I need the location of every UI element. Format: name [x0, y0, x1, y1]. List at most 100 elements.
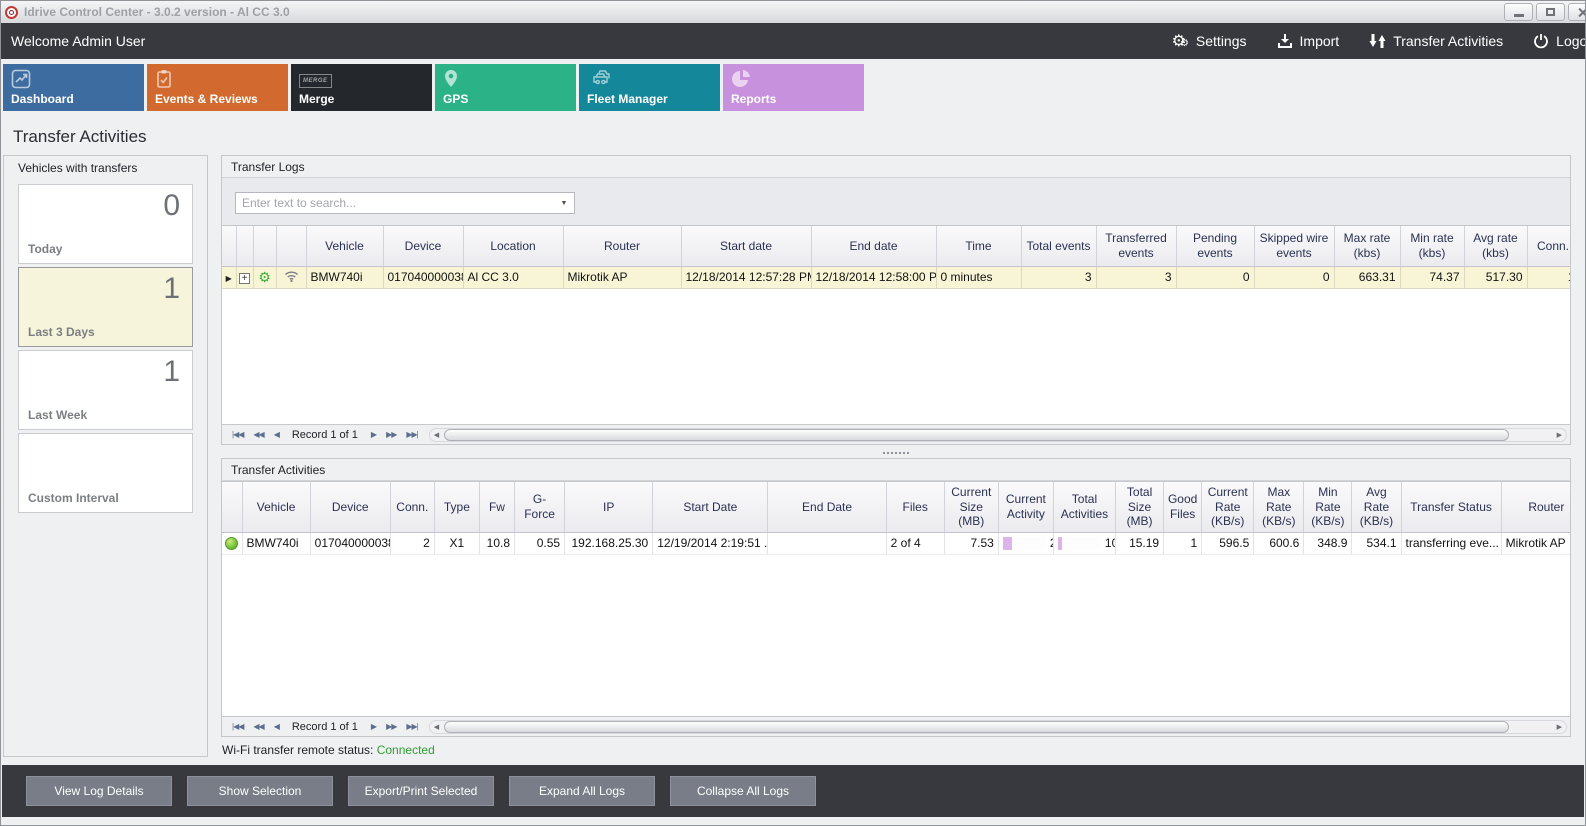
activities-scrollbar-thumb[interactable]: [444, 721, 1509, 733]
cell-current-size: 7.53: [944, 532, 998, 554]
col-header-end-date[interactable]: End Date: [768, 482, 886, 532]
import-button[interactable]: Import: [1277, 33, 1340, 49]
panel-splitter[interactable]: [221, 445, 1571, 458]
col-header-conn[interactable]: Conn.: [1527, 226, 1570, 266]
filter-card-last-3-days[interactable]: 1 Last 3 Days: [18, 267, 193, 347]
nav-next-page-icon[interactable]: ▶▶: [381, 722, 401, 731]
tile-gps[interactable]: GPS: [435, 64, 576, 111]
export-print-selected-button[interactable]: Export/Print Selected: [348, 776, 494, 806]
col-header-expand[interactable]: [236, 226, 253, 266]
logout-button[interactable]: Logout: [1533, 33, 1585, 49]
col-header-files[interactable]: Files: [886, 482, 944, 532]
filter-card-last-week[interactable]: 1 Last Week: [18, 350, 193, 430]
settings-label: Settings: [1196, 33, 1247, 49]
transfer-activities-button[interactable]: Transfer Activities: [1369, 33, 1503, 49]
col-header-min-rate[interactable]: Min rate (kbs): [1400, 226, 1464, 266]
scroll-left-icon[interactable]: ◀: [430, 723, 443, 731]
minimize-button[interactable]: [1504, 3, 1533, 21]
col-header-total-events[interactable]: Total events: [1021, 226, 1096, 266]
tile-merge[interactable]: MERGE Merge: [291, 64, 432, 111]
nav-prev-icon[interactable]: ◀: [269, 722, 284, 731]
col-header-vehicle[interactable]: Vehicle: [242, 482, 310, 532]
col-header-transferred-events[interactable]: Transferred events: [1096, 226, 1176, 266]
wifi-status-value: Connected: [377, 743, 435, 757]
col-header-indicator[interactable]: [222, 226, 236, 266]
col-header-g-force[interactable]: G-Force: [515, 482, 565, 532]
search-input[interactable]: [236, 196, 554, 210]
tile-reports[interactable]: Reports: [723, 64, 864, 111]
col-header-total-activities[interactable]: Total Activities: [1053, 482, 1115, 532]
logs-scrollbar-thumb[interactable]: [444, 429, 1509, 441]
col-header-router[interactable]: Router: [563, 226, 681, 266]
col-header-type[interactable]: Type: [434, 482, 479, 532]
total-activities-progressbar: [1058, 537, 1100, 550]
col-header-gear[interactable]: [253, 226, 276, 266]
col-header-transfer-status[interactable]: Transfer Status: [1401, 482, 1501, 532]
col-header-device[interactable]: Device: [383, 226, 463, 266]
col-header-max-rate[interactable]: Max Rate (KB/s): [1254, 482, 1304, 532]
tile-fleet-manager[interactable]: Fleet Manager: [579, 64, 720, 111]
scroll-right-icon[interactable]: ▶: [1553, 431, 1566, 439]
col-header-pending-events[interactable]: Pending events: [1176, 226, 1254, 266]
col-header-end-date[interactable]: End date: [811, 226, 936, 266]
col-header-current-size[interactable]: Current Size (MB): [944, 482, 998, 532]
col-header-vehicle[interactable]: Vehicle: [306, 226, 383, 266]
col-header-location[interactable]: Location: [463, 226, 563, 266]
col-header-ip[interactable]: IP: [565, 482, 653, 532]
filter-card-today[interactable]: 0 Today: [18, 184, 193, 264]
filter-card-custom-interval[interactable]: Custom Interval: [18, 433, 193, 513]
activities-horizontal-scrollbar[interactable]: ◀ ▶: [429, 720, 1567, 734]
scroll-left-icon[interactable]: ◀: [430, 431, 443, 439]
col-header-router[interactable]: Router: [1501, 482, 1570, 532]
nav-prev-page-icon[interactable]: ◀◀: [248, 722, 268, 731]
nav-first-icon[interactable]: |◀◀: [227, 722, 248, 731]
col-header-start-date[interactable]: Start date: [681, 226, 811, 266]
col-header-device[interactable]: Device: [310, 482, 390, 532]
transfer-log-row[interactable]: ▶ + ⚙ BMW740i 017040000038 Al CC 3.0 Mik…: [222, 266, 1570, 288]
cell-device: 017040000038: [310, 532, 390, 554]
col-header-min-rate[interactable]: Min Rate (KB/s): [1304, 482, 1352, 532]
nav-prev-page-icon[interactable]: ◀◀: [248, 430, 268, 439]
col-header-avg-rate[interactable]: Avg rate (kbs): [1464, 226, 1527, 266]
row-indicator-icon: ▶: [226, 274, 232, 283]
close-button[interactable]: [1568, 3, 1585, 21]
nav-first-icon[interactable]: |◀◀: [227, 430, 248, 439]
transfer-activity-row[interactable]: BMW740i 017040000038 2 X1 10.8 0.55 192.…: [222, 532, 1570, 554]
search-dropdown-icon[interactable]: ▼: [554, 193, 574, 213]
view-log-details-button[interactable]: View Log Details: [26, 776, 172, 806]
col-header-conn[interactable]: Conn.: [390, 482, 434, 532]
col-header-current-activity[interactable]: Current Activity: [998, 482, 1053, 532]
nav-last-icon[interactable]: ▶▶|: [401, 430, 422, 439]
nav-next-page-icon[interactable]: ▶▶: [381, 430, 401, 439]
nav-last-icon[interactable]: ▶▶|: [401, 722, 422, 731]
col-header-fw[interactable]: Fw: [479, 482, 514, 532]
nav-next-icon[interactable]: ▶: [366, 722, 381, 731]
tile-dashboard[interactable]: Dashboard: [3, 64, 144, 111]
cell-avg-rate: 534.1: [1352, 532, 1401, 554]
col-header-avg-rate[interactable]: Avg Rate (KB/s): [1352, 482, 1401, 532]
scroll-right-icon[interactable]: ▶: [1553, 723, 1566, 731]
col-header-total-size[interactable]: Total Size (MB): [1116, 482, 1164, 532]
col-header-time[interactable]: Time: [936, 226, 1021, 266]
nav-prev-icon[interactable]: ◀: [269, 430, 284, 439]
tile-fleet-manager-label: Fleet Manager: [587, 92, 668, 106]
nav-next-icon[interactable]: ▶: [366, 430, 381, 439]
online-status-icon: [225, 537, 238, 550]
maximize-button[interactable]: [1536, 3, 1565, 21]
expand-row-icon[interactable]: +: [239, 273, 250, 284]
expand-all-logs-button[interactable]: Expand All Logs: [509, 776, 655, 806]
collapse-all-logs-button[interactable]: Collapse All Logs: [670, 776, 816, 806]
col-header-wifi[interactable]: [276, 226, 306, 266]
settings-button[interactable]: ⚙⚙ Settings: [1172, 33, 1247, 50]
col-header-start-date[interactable]: Start Date: [653, 482, 768, 532]
col-header-good-files[interactable]: Good Files: [1164, 482, 1202, 532]
tile-events-reviews[interactable]: Events & Reviews: [147, 64, 288, 111]
cell-vehicle: BMW740i: [306, 266, 383, 288]
col-header-current-rate[interactable]: Current Rate (KB/s): [1202, 482, 1254, 532]
tile-merge-label: Merge: [299, 92, 334, 106]
col-header-status[interactable]: [222, 482, 242, 532]
show-selection-button[interactable]: Show Selection: [187, 776, 333, 806]
col-header-max-rate[interactable]: Max rate (kbs): [1334, 226, 1400, 266]
col-header-skipped-wire-events[interactable]: Skipped wire events: [1254, 226, 1334, 266]
logs-horizontal-scrollbar[interactable]: ◀ ▶: [429, 428, 1567, 442]
